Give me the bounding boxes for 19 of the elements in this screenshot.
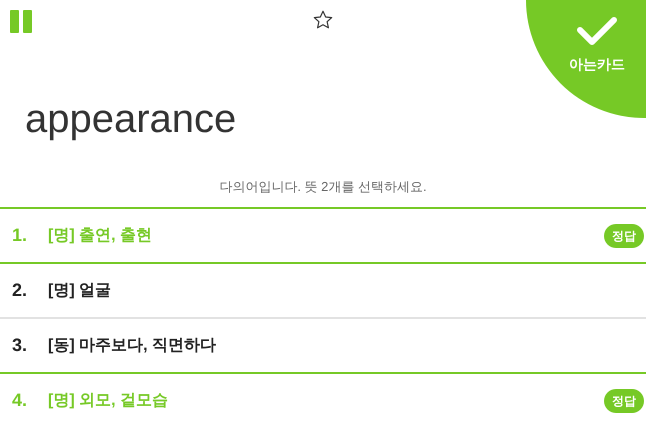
instruction-text: 다의어입니다. 뜻 2개를 선택하세요. bbox=[219, 179, 427, 195]
option-text: [명] 얼굴 bbox=[48, 280, 112, 300]
option-text: [명] 출연, 출현 bbox=[48, 226, 153, 246]
option-text: [명] 외모, 겉모습 bbox=[48, 390, 169, 410]
correct-badge: 정답 bbox=[604, 388, 644, 412]
vocabulary-word: appearance bbox=[25, 96, 236, 143]
option-number: 3. bbox=[12, 334, 28, 357]
answer-option[interactable]: 4. [명] 외모, 겉모습 정답 bbox=[0, 372, 646, 422]
known-card-button[interactable]: 아는카드 bbox=[526, 0, 646, 118]
answer-option[interactable]: 3. [동] 마주보다, 직면하다 bbox=[0, 317, 646, 372]
checkmark-icon bbox=[576, 16, 618, 46]
answer-option[interactable]: 2. [명] 얼굴 bbox=[0, 262, 646, 317]
option-number: 4. bbox=[12, 389, 28, 412]
star-icon[interactable] bbox=[312, 8, 334, 30]
option-number: 2. bbox=[12, 279, 28, 302]
option-text: [동] 마주보다, 직면하다 bbox=[48, 336, 217, 356]
option-number: 1. bbox=[12, 224, 28, 247]
correct-badge: 정답 bbox=[604, 224, 644, 248]
answer-option[interactable]: 1. [명] 출연, 출현 정답 bbox=[0, 207, 646, 262]
